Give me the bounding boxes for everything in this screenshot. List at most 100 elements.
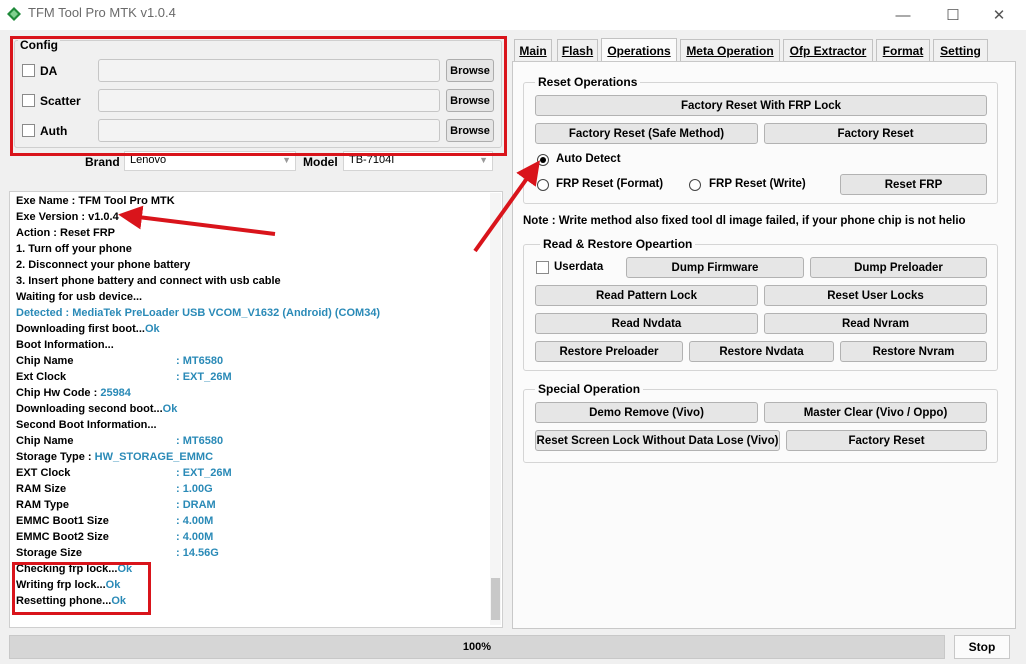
log-line-text: EXT Clock — [16, 467, 71, 479]
read-pattern-lock-button[interactable]: Read Pattern Lock — [535, 285, 758, 306]
close-button[interactable]: ✕ — [976, 0, 1022, 30]
log-ok-status: Ok — [144, 323, 160, 335]
log-line: Exe Version : v1.0.4 — [16, 211, 119, 223]
log-line-text: Ext Clock — [16, 371, 67, 383]
log-line: Chip Name: MT6580 — [16, 355, 223, 367]
log-line: EMMC Boot1 Size : 4.00M — [16, 515, 213, 527]
annotation-config-highlight — [10, 36, 507, 156]
log-line-inline-value: 25984 — [100, 387, 131, 399]
tab-ofp-extractor[interactable]: Ofp Extractor — [783, 39, 873, 61]
progress-bar: 100% — [9, 635, 945, 659]
log-line-text: Waiting for usb device... — [16, 291, 143, 303]
stop-button[interactable]: Stop — [954, 635, 1010, 659]
log-line: Downloading first boot...Ok — [16, 323, 160, 335]
special-operation-legend: Special Operation — [535, 382, 644, 396]
log-line: Detected : MediaTek PreLoader USB VCOM_V… — [16, 307, 380, 319]
brand-label: Brand — [85, 155, 120, 169]
log-line: EXT Clock : EXT_26M — [16, 467, 232, 479]
log-line-value: : 1.00G — [176, 483, 213, 495]
log-line-text: RAM Size — [16, 483, 67, 495]
frp-format-label: FRP Reset (Format) — [556, 178, 664, 190]
demo-remove-button[interactable]: Demo Remove (Vivo) — [535, 402, 758, 423]
log-line: Storage Type : HW_STORAGE_EMMC — [16, 451, 213, 463]
userdata-checkbox[interactable] — [536, 261, 549, 274]
log-line-value: : MT6580 — [176, 435, 224, 447]
tab-flash[interactable]: Flash — [557, 39, 598, 61]
log-line-text: Second Boot Information... — [16, 419, 157, 431]
log-line: RAM Size : 1.00G — [16, 483, 213, 495]
log-line-text: Chip Hw Code : — [16, 387, 101, 399]
auto-detect-radio[interactable] — [537, 154, 549, 166]
dump-preloader-button[interactable]: Dump Preloader — [810, 257, 987, 278]
note-text: Note : Write method also fixed tool dl i… — [523, 215, 966, 227]
log-line-text: EMMC Boot2 Size — [16, 531, 109, 543]
maximize-icon: ☐ — [946, 7, 960, 24]
frp-write-label: FRP Reset (Write) — [709, 178, 806, 190]
log-line-text: Downloading first boot... — [16, 323, 145, 335]
close-icon: ✕ — [992, 7, 1006, 24]
log-line: Ext Clock : EXT_26M — [16, 371, 232, 383]
frp-format-radio[interactable] — [537, 179, 549, 191]
minimize-icon: — — [895, 6, 911, 24]
log-line: 2. Disconnect your phone battery — [16, 259, 190, 271]
reset-screen-lock-button[interactable]: Reset Screen Lock Without Data Lose (Viv… — [535, 430, 780, 451]
read-restore-legend: Read & Restore Opeartion — [540, 237, 696, 251]
log-line-value: : EXT_26M — [176, 371, 232, 383]
read-nvram-button[interactable]: Read Nvram — [764, 313, 987, 334]
log-line: 3. Insert phone battery and connect with… — [16, 275, 281, 287]
progress-label: 100% — [462, 641, 492, 653]
factory-reset-safe-button[interactable]: Factory Reset (Safe Method) — [535, 123, 758, 144]
factory-reset-frp-button[interactable]: Factory Reset With FRP Lock — [535, 95, 987, 116]
log-line-text: Exe Name : TFM Tool Pro MTK — [16, 195, 175, 207]
restore-nvdata-button[interactable]: Restore Nvdata — [689, 341, 834, 362]
minimize-button[interactable]: — — [880, 0, 926, 30]
reset-user-locks-button[interactable]: Reset User Locks — [764, 285, 987, 306]
restore-nvram-button[interactable]: Restore Nvram — [840, 341, 987, 362]
log-line-text: 3. Insert phone battery and connect with… — [16, 275, 281, 287]
log-line-text: Storage Type : — [16, 451, 95, 463]
log-line: Chip Hw Code : 25984 — [16, 387, 131, 399]
userdata-label: Userdata — [554, 261, 604, 273]
log-line-text: Detected : MediaTek PreLoader USB VCOM_V… — [16, 307, 381, 319]
log-line: Action : Reset FRP — [16, 227, 115, 239]
tab-format[interactable]: Format — [876, 39, 930, 61]
log-line-inline-value: HW_STORAGE_EMMC — [94, 451, 214, 463]
maximize-button[interactable]: ☐ — [930, 0, 976, 30]
log-line: Storage Size: 14.56G — [16, 547, 219, 559]
master-clear-button[interactable]: Master Clear (Vivo / Oppo) — [764, 402, 987, 423]
annotation-status-highlight — [12, 562, 151, 615]
log-ok-status: Ok — [162, 403, 178, 415]
log-scrollbar-thumb[interactable] — [491, 578, 500, 620]
log-line-value: : EXT_26M — [176, 467, 232, 479]
log-line: Second Boot Information... — [16, 419, 157, 431]
model-label: Model — [303, 155, 338, 169]
factory-reset-button[interactable]: Factory Reset — [764, 123, 987, 144]
special-operation-group — [523, 389, 998, 463]
log-line: Waiting for usb device... — [16, 291, 142, 303]
log-line-value: : 4.00M — [176, 531, 214, 543]
chevron-down-icon: ▼ — [479, 155, 488, 165]
log-line-text: Boot Information... — [16, 339, 114, 351]
reset-frp-button[interactable]: Reset FRP — [840, 174, 987, 195]
tab-main[interactable]: Main — [514, 39, 552, 61]
dump-firmware-button[interactable]: Dump Firmware — [626, 257, 804, 278]
frp-write-radio[interactable] — [689, 179, 701, 191]
read-nvdata-button[interactable]: Read Nvdata — [535, 313, 758, 334]
log-line: Downloading second boot...Ok — [16, 403, 177, 415]
special-factory-reset-button[interactable]: Factory Reset — [786, 430, 987, 451]
log-line-text: Action : Reset FRP — [16, 227, 116, 239]
tab-setting[interactable]: Setting — [933, 39, 988, 61]
log-line-text: EMMC Boot1 Size — [16, 515, 109, 527]
log-line-text: Exe Version : v1.0.4 — [16, 211, 119, 223]
log-line-text: 2. Disconnect your phone battery — [16, 259, 191, 271]
log-line-value: : MT6580 — [176, 355, 224, 367]
log-line-value: : DRAM — [176, 499, 216, 511]
restore-preloader-button[interactable]: Restore Preloader — [535, 341, 683, 362]
tab-meta-operation[interactable]: Meta Operation — [680, 39, 780, 61]
log-line: Chip Name: MT6580 — [16, 435, 223, 447]
log-line-value: : 4.00M — [176, 515, 214, 527]
reset-operations-legend: Reset Operations — [535, 75, 641, 89]
tab-operations[interactable]: Operations — [601, 38, 677, 62]
log-scrollbar[interactable] — [490, 193, 501, 625]
log-line: EMMC Boot2 Size : 4.00M — [16, 531, 213, 543]
